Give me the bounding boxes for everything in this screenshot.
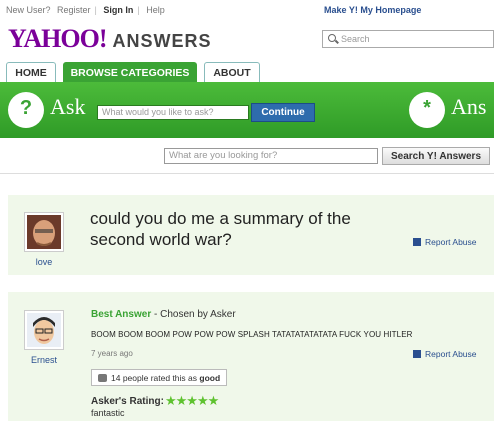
- ask-bar: ? Ask What would you like to ask? Contin…: [0, 82, 494, 138]
- search-answers-button[interactable]: Search Y! Answers: [382, 147, 490, 165]
- rating-stars: ★★★★★: [165, 393, 219, 408]
- register-link[interactable]: Register: [57, 5, 91, 15]
- report-abuse-label: Report Abuse: [425, 349, 477, 359]
- answer-label: Ans: [451, 94, 487, 119]
- report-abuse-label: Report Abuse: [425, 237, 477, 247]
- question-smiley-icon: ?: [8, 92, 44, 128]
- asker-avatar[interactable]: [24, 212, 64, 252]
- asker-rating-label: Asker's Rating:: [91, 396, 164, 407]
- rated-prefix: 14 people rated this as: [111, 373, 200, 383]
- yahoo-answers-logo[interactable]: YAHOO! ANSWERS: [8, 24, 212, 53]
- tab-home[interactable]: HOME: [6, 62, 56, 82]
- sign-in-link[interactable]: Sign In: [103, 5, 133, 15]
- logo-answers: ANSWERS: [112, 31, 212, 51]
- answers-search-input[interactable]: What are you looking for?: [164, 148, 378, 164]
- answerer-name[interactable]: Ernest: [19, 355, 69, 365]
- answer-text: BOOM BOOM BOOM POW POW POW SPLASH TATATA…: [91, 330, 413, 339]
- asker-name[interactable]: love: [19, 257, 69, 267]
- account-links: New User? Register | Sign In | Help: [6, 5, 165, 15]
- question-report-abuse[interactable]: Report Abuse: [413, 237, 477, 247]
- question-title: could you do me a summary of the second …: [90, 209, 351, 249]
- nav-tabs: HOME BROWSE CATEGORIES ABOUT: [0, 60, 494, 82]
- search-icon: [328, 34, 336, 42]
- tab-about[interactable]: ABOUT: [204, 62, 260, 82]
- help-link[interactable]: Help: [146, 5, 165, 15]
- answer-report-abuse[interactable]: Report Abuse: [413, 349, 477, 359]
- best-answer-heading: Best Answer - Chosen by Asker: [91, 309, 236, 320]
- answerer-avatar[interactable]: [24, 310, 64, 350]
- tab-browse-categories[interactable]: BROWSE CATEGORIES: [63, 62, 197, 82]
- rated-value: good: [199, 373, 221, 383]
- answer-age: 7 years ago: [91, 349, 133, 358]
- thumbs-up-icon: [98, 374, 107, 382]
- ask-label: Ask: [50, 94, 86, 119]
- flag-icon: [413, 238, 421, 246]
- chosen-by-text: - Chosen by Asker: [151, 309, 236, 320]
- logo-yahoo: YAHOO!: [8, 24, 107, 53]
- header-search-input[interactable]: Search: [322, 30, 494, 48]
- answers-search-row: What are you looking for? Search Y! Answ…: [0, 138, 494, 174]
- ask-question-input[interactable]: What would you like to ask?: [97, 105, 249, 120]
- flag-icon: [413, 350, 421, 358]
- rating-button[interactable]: 14 people rated this as good: [91, 369, 228, 386]
- continue-button[interactable]: Continue: [251, 103, 315, 122]
- new-user-text: New User?: [6, 5, 51, 15]
- header-search-placeholder: Search: [341, 34, 370, 44]
- make-homepage-link[interactable]: Make Y! My Homepage: [324, 5, 421, 15]
- top-utility-bar: New User? Register | Sign In | Help Make Y…: [0, 0, 494, 20]
- answer-smiley-icon: *: [409, 92, 445, 128]
- best-answer-label: Best Answer: [91, 309, 152, 320]
- asker-comment: fantastic: [91, 408, 125, 418]
